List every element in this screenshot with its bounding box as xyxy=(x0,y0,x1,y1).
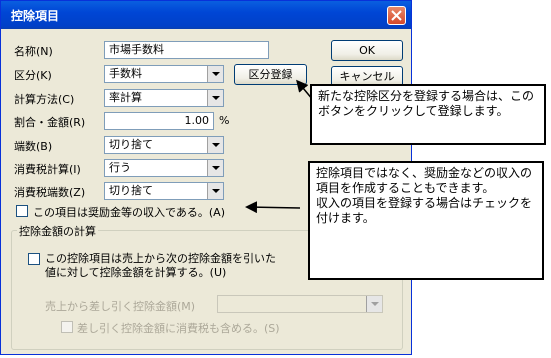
income-callout-line1: 控除項目ではなく、奨励金などの収入の項目を作成することもできます。 xyxy=(316,166,533,195)
income-callout-line2: 収入の項目を登録する場合はチェックを付けます。 xyxy=(316,196,533,225)
register-callout-text: 新たな控除区分を登録する場合は、このボタンをクリックして登録します。 xyxy=(318,89,535,118)
income-callout: 控除項目ではなく、奨励金などの収入の項目を作成することもできます。 収入の項目を… xyxy=(308,161,544,280)
register-callout: 新たな控除区分を登録する場合は、このボタンをクリックして登録します。 xyxy=(310,84,546,145)
income-note-arrow xyxy=(245,201,301,214)
